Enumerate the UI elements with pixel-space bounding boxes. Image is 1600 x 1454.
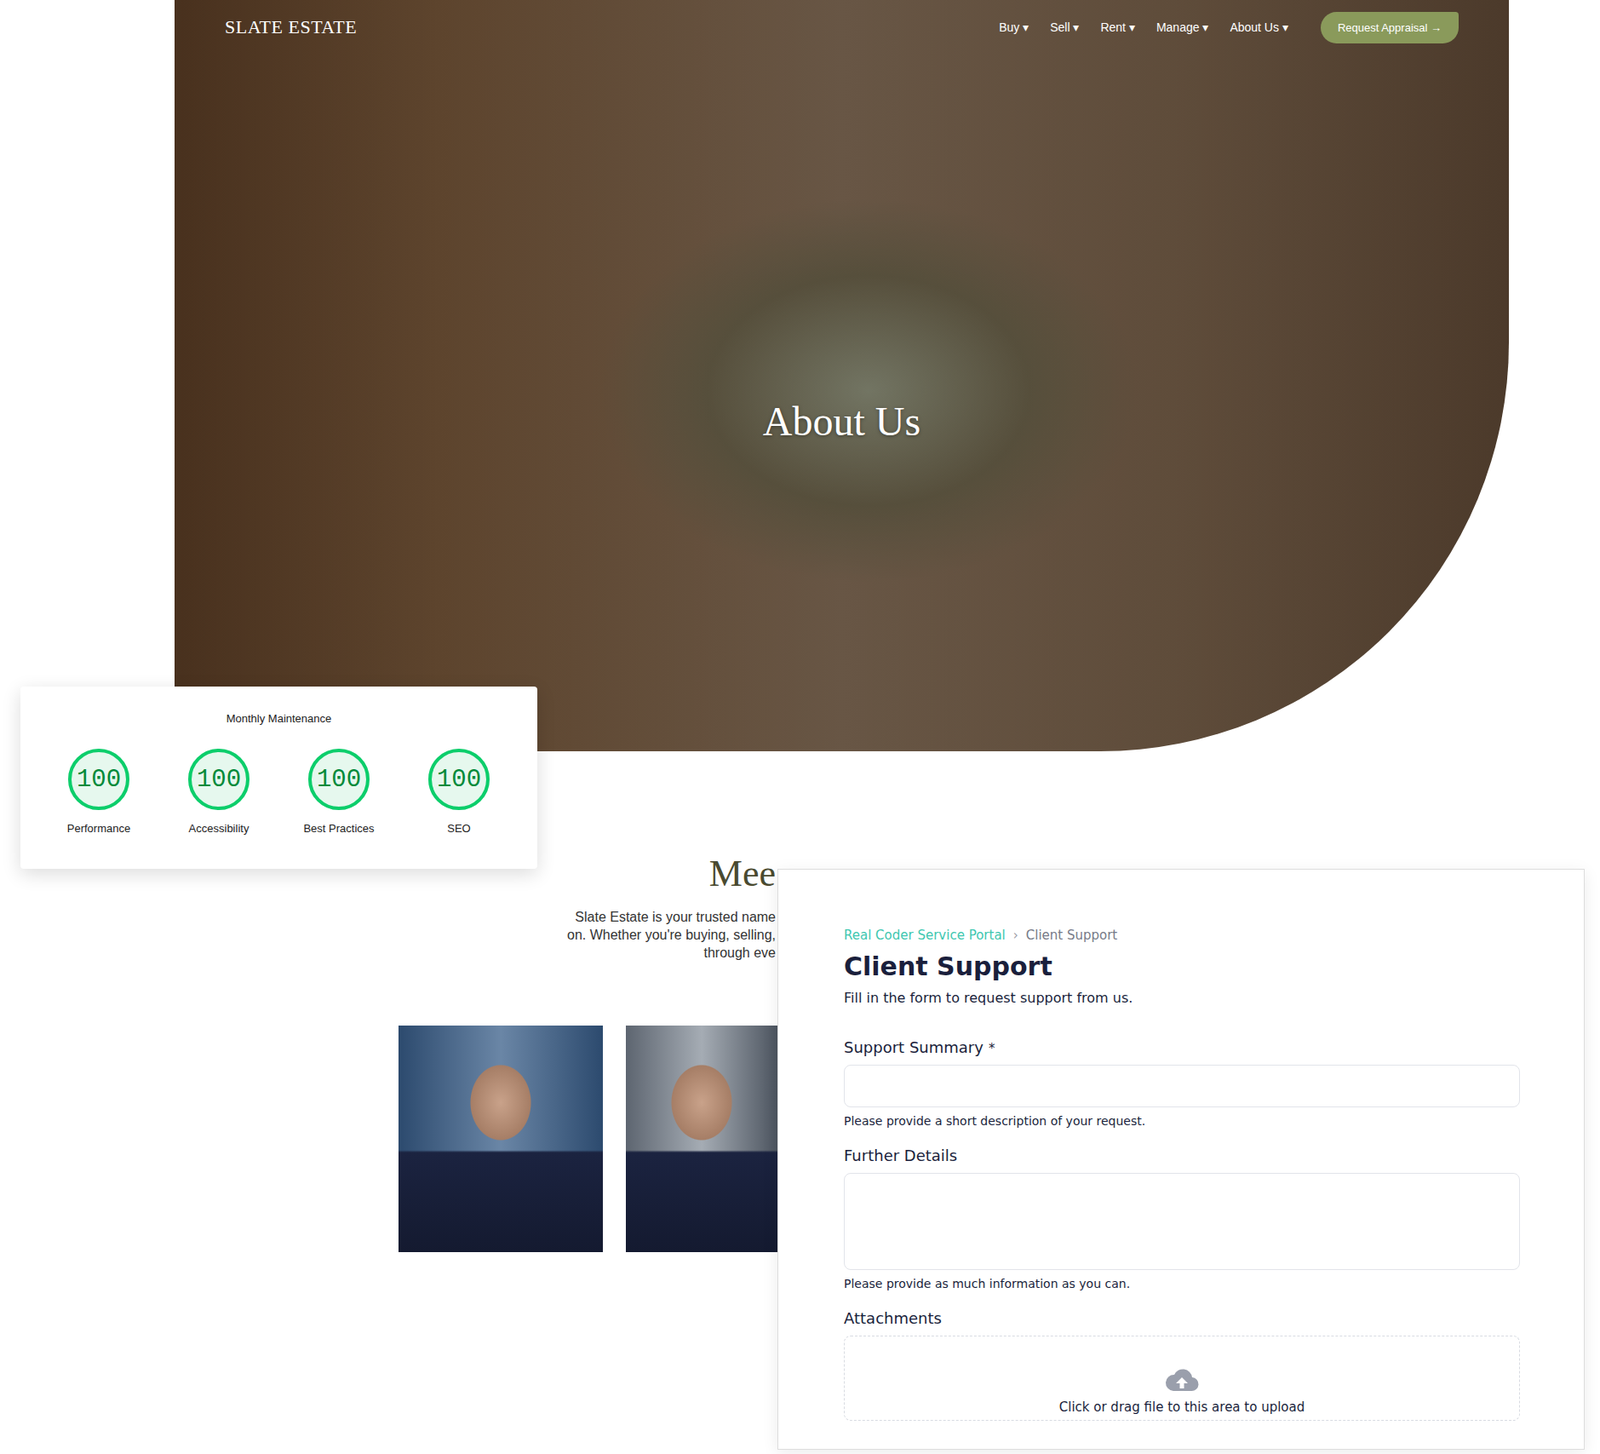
form-field: Attachments Click or drag file to this ar… — [843, 1308, 1519, 1421]
cloud-upload-icon — [1164, 1366, 1199, 1393]
score-value: 100 — [186, 746, 252, 812]
score-label: Accessibility — [189, 821, 250, 835]
form-field: Further Details Please provide as much in… — [843, 1146, 1519, 1291]
intro-line: Slate Estate is your trusted name — [574, 907, 776, 926]
field-label: Support Summary* — [843, 1037, 1519, 1056]
score-value: 100 — [426, 746, 492, 812]
nav-item[interactable]: About Us ▾ — [1229, 20, 1288, 35]
hero-title: About Us — [762, 397, 921, 445]
nav-item[interactable]: Sell ▾ — [1049, 20, 1079, 35]
intro-heading: Mee — [709, 851, 776, 896]
score-item: 100 SEO — [399, 746, 520, 835]
score-gauge: 100 — [306, 746, 372, 812]
support-form: Support Summary* Please provide a short d… — [843, 1037, 1519, 1421]
intro-line: on. Whether you're buying, selling, — [567, 925, 776, 944]
nav-item[interactable]: Rent ▾ — [1100, 20, 1135, 35]
score-value: 100 — [306, 746, 372, 812]
support-card: Real Coder Service Portal › Client Support… — [777, 868, 1585, 1450]
upload-hint: Click or drag file to this area to uploa… — [1059, 1399, 1306, 1415]
field-help: Please provide a short description of yo… — [843, 1113, 1519, 1128]
nav-list: Buy ▾ Sell ▾ Rent ▾ Manage ▾ About Us ▾ — [998, 20, 1289, 35]
hero-title-area: About Us — [174, 54, 1509, 752]
score-label: Best Practices — [303, 821, 374, 835]
score-item: 100 Performance — [39, 746, 160, 835]
score-label: SEO — [447, 821, 471, 835]
page: SLATE ESTATEBuy ▾ Sell ▾ Rent ▾ Manage ▾ Abo… — [0, 0, 1600, 1454]
form-field: Support Summary* Please provide a short d… — [843, 1037, 1519, 1128]
field-help: Please provide as much information as yo… — [843, 1276, 1519, 1291]
nav-item[interactable]: Buy ▾ — [998, 20, 1029, 35]
support-subtitle: Fill in the form to request support from… — [843, 989, 1519, 1006]
intro-line: through eve — [703, 943, 776, 962]
field-label: Further Details — [843, 1146, 1519, 1165]
score-gauge: 100 — [66, 746, 132, 812]
logo[interactable]: SLATE ESTATE — [224, 16, 999, 39]
score-title: Monthly Maintenance — [226, 711, 333, 725]
score-item: 100 Best Practices — [279, 746, 400, 835]
summary-input[interactable] — [843, 1064, 1520, 1107]
score-label: Performance — [67, 821, 131, 835]
score-value: 100 — [66, 746, 132, 812]
field-label: Attachments — [843, 1308, 1519, 1327]
support-title: Client Support — [843, 951, 1519, 981]
team-photo — [625, 1025, 778, 1252]
details-textarea[interactable] — [843, 1172, 1520, 1270]
request-appraisal-button[interactable]: Request Appraisal → — [1320, 11, 1459, 44]
breadcrumb-separator: › — [1013, 927, 1019, 943]
hero: SLATE ESTATEBuy ▾ Sell ▾ Rent ▾ Manage ▾ Abo… — [174, 0, 1509, 752]
upload-area[interactable]: Click or drag file to this area to uploa… — [843, 1335, 1520, 1421]
breadcrumb-item[interactable]: Real Coder Service Portal — [843, 927, 1006, 943]
score-item: 100 Accessibility — [159, 746, 280, 835]
score-gauge: 100 — [426, 746, 492, 812]
breadcrumb: Real Coder Service Portal › Client Support — [843, 927, 1519, 943]
nav-item[interactable]: Manage ▾ — [1156, 20, 1209, 35]
navbar: SLATE ESTATEBuy ▾ Sell ▾ Rent ▾ Manage ▾ Abo… — [174, 0, 1509, 55]
score-row: 100 Performance 100 Accessibility 100 Best Pr… — [39, 746, 520, 835]
score-card: Monthly Maintenance 100 Performance 100 Acce… — [20, 686, 538, 869]
score-gauge: 100 — [186, 746, 252, 812]
breadcrumb-item: Client Support — [1026, 927, 1119, 943]
required-mark: * — [988, 1040, 996, 1056]
team-photo — [398, 1025, 603, 1252]
